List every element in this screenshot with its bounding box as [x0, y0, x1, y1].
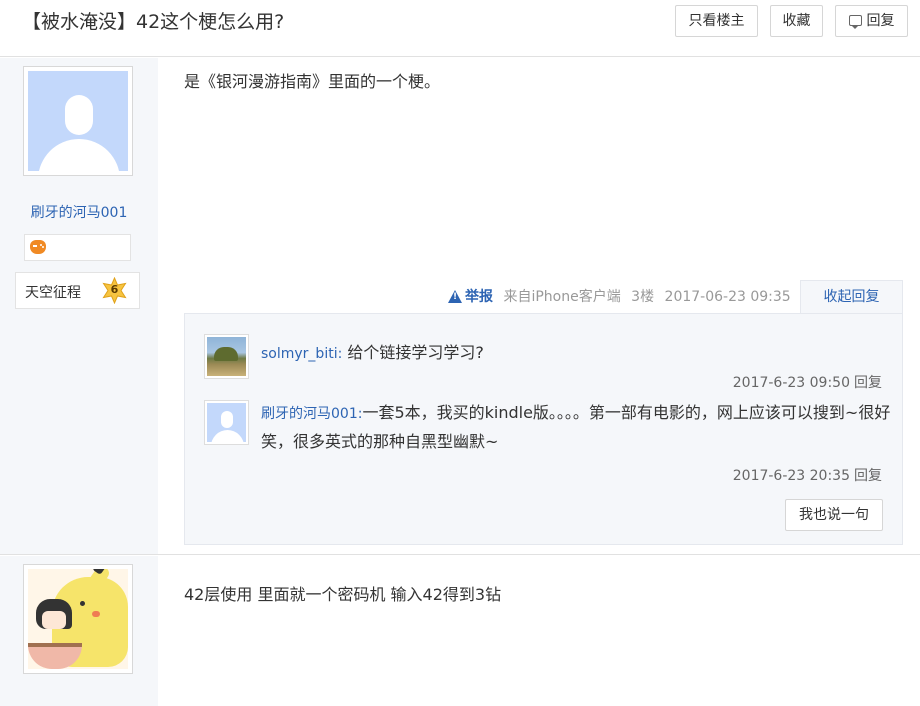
add-comment-button[interactable]: 我也说一句	[785, 499, 883, 531]
thread-title: 【被水淹没】42这个梗怎么用?	[22, 11, 285, 33]
collapse-replies-button[interactable]: 收起回复	[800, 280, 903, 314]
author-sidebar	[0, 556, 158, 706]
level-name: 天空征程	[25, 285, 81, 301]
favorite-button[interactable]: 收藏	[770, 5, 823, 37]
reply-button[interactable]: 回复	[835, 5, 908, 37]
pikachu-avatar-icon	[28, 569, 128, 669]
level-star-icon: 6	[101, 276, 128, 305]
comment-body: 给个链接学习学习?	[347, 343, 484, 362]
comment-panel: solmyr_biti: 给个链接学习学习? 2017-6-23 09:50 回复…	[184, 313, 903, 545]
comment-footer: 2017-6-23 09:50 回复	[733, 372, 882, 392]
reply-button-label: 回复	[866, 13, 895, 29]
gamepad-icon[interactable]	[30, 240, 46, 254]
post-floor-next: 42层使用 里面就一个密码机 输入42得到3钻	[0, 556, 920, 706]
post-content: 42层使用 里面就一个密码机 输入42得到3钻	[184, 585, 502, 604]
author-name[interactable]: 刷牙的河马001	[0, 202, 158, 222]
landscape-avatar-icon	[207, 337, 246, 376]
default-avatar-icon	[207, 403, 246, 442]
comment-text: solmyr_biti: 给个链接学习学习?	[261, 339, 891, 368]
comment-time: 2017-6-23 20:35	[732, 468, 850, 484]
avatar[interactable]	[23, 66, 133, 176]
post-source: 来自iPhone客户端	[503, 289, 621, 305]
comment-time: 2017-6-23 09:50	[732, 375, 850, 391]
post-content: 是《银河漫游指南》里面的一个梗。	[184, 72, 441, 91]
comment-reply-link[interactable]: 回复	[854, 375, 882, 391]
level-badge[interactable]: 天空征程 6	[15, 272, 140, 309]
post-time: 2017-06-23 09:35	[664, 289, 791, 305]
post-meta: 举报 来自iPhone客户端 3楼 2017-06-23 09:35	[448, 286, 797, 308]
thread-header: 【被水淹没】42这个梗怎么用? 只看楼主 收藏 回复	[0, 0, 920, 57]
post-floor-3: 刷牙的河马001 天空征程 6 是《银河漫游指南》里面的一个梗。 举报 来自iP…	[0, 58, 920, 555]
badge-row	[24, 234, 131, 261]
report-link[interactable]: 举报	[448, 289, 493, 305]
comment-avatar[interactable]	[204, 400, 249, 445]
comment-icon	[848, 15, 862, 29]
comment-footer: 2017-6-23 20:35 回复	[733, 465, 882, 485]
comment-user[interactable]: 刷牙的河马001:	[261, 406, 362, 422]
comment-reply-link[interactable]: 回复	[854, 468, 882, 484]
default-avatar-icon	[28, 71, 128, 171]
only-op-button[interactable]: 只看楼主	[675, 5, 758, 37]
comment-user[interactable]: solmyr_biti:	[261, 346, 342, 362]
floor-number: 3楼	[631, 289, 655, 305]
author-sidebar: 刷牙的河马001 天空征程 6	[0, 58, 158, 554]
level-number: 6	[110, 283, 119, 296]
comment-text: 刷牙的河马001:一套5本，我买的kindle版。。。。第一部有电影的，网上应该…	[261, 399, 891, 455]
avatar[interactable]	[23, 564, 133, 674]
comment-avatar[interactable]	[204, 334, 249, 379]
warning-icon	[448, 290, 462, 303]
